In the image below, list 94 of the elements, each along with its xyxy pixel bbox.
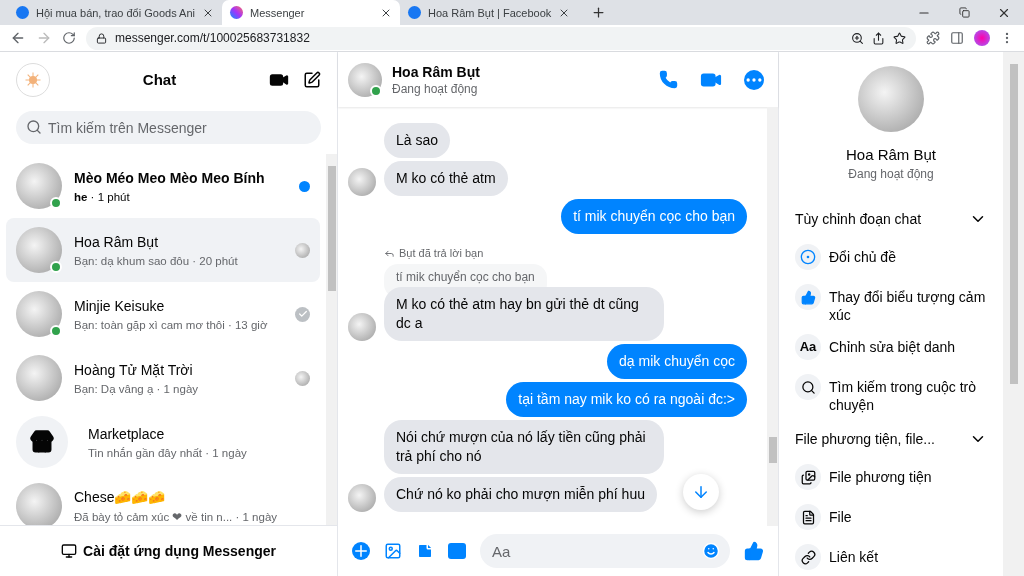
panel-title: Chat bbox=[141, 71, 178, 88]
images-icon bbox=[800, 469, 816, 485]
chat-name: Chese🧀🧀🧀 bbox=[74, 488, 167, 505]
share-icon[interactable] bbox=[872, 31, 885, 45]
avatar bbox=[16, 227, 62, 273]
bookmark-star-icon[interactable] bbox=[893, 31, 906, 45]
contact-name: Hoa Râm Bụt bbox=[392, 63, 480, 80]
theme-circle-icon bbox=[800, 249, 816, 265]
menu-item[interactable]: Tìm kiếm trong cuộc trò chuyện bbox=[795, 369, 987, 419]
link-icon bbox=[800, 549, 816, 565]
chat-name: Minjie Keisuke bbox=[74, 297, 166, 314]
menu-item[interactable]: Aa Chỉnh sửa biệt danh bbox=[795, 329, 987, 369]
reply-label: Bụt đã trả lời bạn bbox=[399, 247, 484, 259]
tab-title: Hoa Râm Bụt | Facebook bbox=[428, 6, 552, 19]
lock-icon bbox=[96, 32, 107, 44]
contact-status: Đang hoạt động bbox=[847, 167, 935, 181]
tab-title: Messenger bbox=[250, 6, 306, 19]
file-icon bbox=[800, 509, 816, 525]
zoom-icon[interactable] bbox=[851, 31, 864, 45]
facebook-favicon-icon bbox=[408, 6, 421, 19]
image-icon[interactable] bbox=[384, 542, 402, 560]
chat-list-item[interactable]: Marketplace Tin nhắn gần đây nhất · 1 ngày bbox=[6, 410, 320, 474]
search-field[interactable]: Tìm kiếm trên Messenger bbox=[16, 111, 321, 144]
phone-icon[interactable] bbox=[659, 70, 678, 89]
avatar bbox=[16, 483, 62, 525]
browser-tab[interactable]: Hoa Râm Bụt | Facebook bbox=[400, 0, 579, 25]
avatar bbox=[16, 355, 62, 401]
avatar bbox=[348, 62, 382, 97]
scrollbar[interactable] bbox=[326, 154, 337, 525]
tab-title: Hội mua bán, trao đổi Goods Ani bbox=[36, 6, 195, 19]
chat-preview: Đã bày tỏ cảm xúc ❤ về tin n... · 1 ngày bbox=[74, 509, 279, 524]
chat-preview: Tin nhắn gần đây nhất · 1 ngày bbox=[88, 446, 248, 459]
scrollbar[interactable] bbox=[767, 107, 778, 526]
message-bubble: M ko có thẻ atm bbox=[384, 161, 508, 196]
url-text: messenger.com/t/100025683731832 bbox=[115, 31, 310, 45]
back-icon[interactable] bbox=[10, 30, 26, 46]
chat-preview: he · 1 phút bbox=[74, 190, 131, 203]
menu-item[interactable]: Thay đổi biểu tượng cảm xúc bbox=[795, 279, 987, 329]
avatar bbox=[16, 291, 62, 337]
message-field[interactable]: Aa bbox=[480, 534, 730, 568]
message-bubble: M ko có thẻ atm hay bn gửi thẻ dt cũng dc a bbox=[384, 287, 664, 341]
install-app-button[interactable]: Cài đặt ứng dụng Messenger bbox=[55, 542, 282, 560]
browser-tab[interactable]: Hội mua bán, trao đổi Goods Ani bbox=[8, 0, 222, 25]
section-header[interactable]: Tùy chỉnh đoạn chat bbox=[795, 199, 987, 239]
message-bubble: dạ mik chuyển cọc bbox=[607, 344, 747, 379]
section-header[interactable]: File phương tiện, file... bbox=[795, 419, 987, 459]
avatar bbox=[16, 163, 62, 209]
chat-list-item[interactable]: Minjie Keisuke Bạn: toàn gặp xì cam mơ thôi · 13 giờ bbox=[6, 282, 320, 346]
chat-preview: Bạn: dạ khum sao đôu · 20 phút bbox=[74, 254, 239, 267]
reload-icon[interactable] bbox=[62, 31, 76, 45]
contact-status: Đang hoạt động bbox=[392, 81, 479, 96]
sticker-icon[interactable] bbox=[416, 542, 434, 560]
thumbs-up-icon[interactable] bbox=[744, 541, 764, 561]
chat-name: Marketplace bbox=[88, 425, 166, 442]
thumbs-up-icon bbox=[800, 289, 816, 305]
search-icon bbox=[800, 379, 816, 395]
arrow-down-icon bbox=[692, 483, 710, 501]
more-icon[interactable] bbox=[744, 69, 764, 90]
compose-icon[interactable] bbox=[303, 70, 321, 89]
message-bubble: Là sao bbox=[384, 123, 451, 158]
profile-avatar[interactable] bbox=[974, 30, 990, 46]
scrollbar[interactable] bbox=[1003, 52, 1024, 576]
chat-list-item[interactable]: Mèo Méo Meo Mèo Meo Bính he · 1 phút bbox=[6, 154, 320, 218]
side-panel-icon[interactable] bbox=[950, 31, 964, 45]
browser-tab[interactable]: Messenger bbox=[222, 0, 400, 25]
chat-list-item[interactable]: Hoa Râm Bụt Bạn: dạ khum sao đôu · 20 phút bbox=[6, 218, 320, 282]
chat-list-item[interactable]: Chese🧀🧀🧀 Đã bày tỏ cảm xúc ❤ về tin n... · 1 ngày bbox=[6, 474, 320, 525]
extensions-icon[interactable] bbox=[926, 31, 940, 45]
message-bubble: tại tầm nay mik ko có ra ngoài đc:> bbox=[506, 382, 747, 417]
menu-item[interactable]: Liên kết bbox=[795, 539, 987, 576]
chat-name: Mèo Méo Meo Mèo Meo Bính bbox=[74, 169, 266, 186]
new-tab-icon[interactable] bbox=[590, 5, 606, 20]
chat-preview: Bạn: Dạ vâng ạ · 1 ngày bbox=[74, 382, 200, 395]
text-glyph-icon: Aa bbox=[795, 334, 821, 360]
search-icon bbox=[26, 119, 42, 135]
restore-icon[interactable] bbox=[958, 7, 970, 18]
menu-item[interactable]: File phương tiện bbox=[795, 459, 987, 499]
messenger-favicon-icon bbox=[230, 6, 243, 19]
sun-icon bbox=[25, 71, 41, 88]
menu-item[interactable]: File bbox=[795, 499, 987, 539]
chat-name: Hoa Râm Bụt bbox=[74, 233, 160, 250]
facebook-favicon-icon bbox=[16, 6, 29, 19]
address-bar[interactable]: messenger.com/t/100025683731832 bbox=[86, 26, 916, 50]
add-icon[interactable] bbox=[352, 542, 370, 560]
message-bubble: Nói chứ mượn của nó lấy tiền cũng phải trả phí cho nó bbox=[384, 420, 664, 474]
monitor-icon bbox=[61, 543, 78, 559]
contact-name: Hoa Râm Bụt bbox=[844, 146, 937, 163]
scroll-down-button[interactable] bbox=[683, 474, 719, 510]
chat-list-item[interactable]: Hoàng Tử Mặt Trời Bạn: Dạ vâng ạ · 1 ngày bbox=[6, 346, 320, 410]
menu-item[interactable]: Đổi chủ đề bbox=[795, 239, 987, 279]
message-bubble: Chứ nó ko phải cho mượn miễn phí huu bbox=[384, 477, 657, 512]
chat-name: Hoàng Tử Mặt Trời bbox=[74, 361, 194, 378]
chat-preview: Bạn: toàn gặp xì cam mơ thôi · 13 giờ bbox=[74, 318, 269, 331]
message-bubble: tí mik chuyển cọc cho bạn bbox=[561, 199, 747, 234]
